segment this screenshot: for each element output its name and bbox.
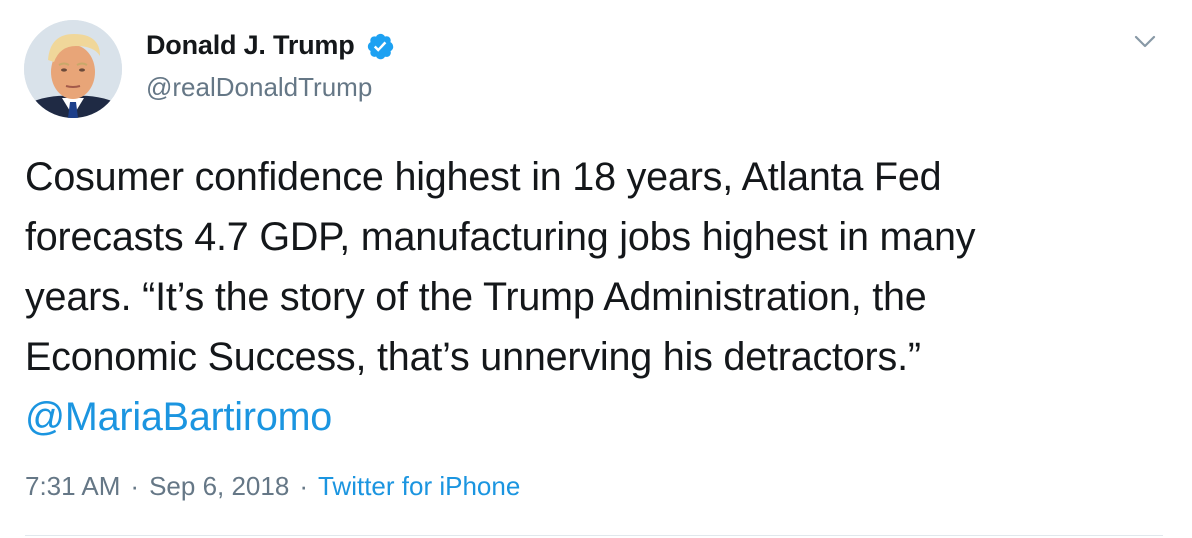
verified-badge-icon: [365, 31, 395, 61]
avatar-image: [24, 20, 122, 118]
meta-separator: ·: [130, 471, 140, 501]
divider: [25, 535, 1163, 536]
chevron-down-icon[interactable]: [1133, 34, 1157, 50]
tweet-text-line: years. “It’s the story of the Trump Admi…: [25, 275, 927, 319]
avatar[interactable]: [24, 20, 122, 118]
tweet-date[interactable]: Sep 6, 2018: [149, 471, 289, 502]
meta-separator: ·: [299, 471, 308, 501]
tweet-text-line: Economic Success, that’s unnerving his d…: [25, 335, 921, 379]
tweet-card: Donald J. Trump @realDonaldTrump Cosumer…: [0, 0, 1192, 538]
tweet-mention-line: @MariaBartiromo: [25, 387, 1165, 447]
tweet-metadata: 7:31 AM · Sep 6, 2018 · Twitter for iPho…: [25, 471, 520, 502]
tweet-text: Cosumer confidence highest in 18 years, …: [25, 147, 1165, 447]
mention-link[interactable]: @MariaBartiromo: [25, 395, 332, 439]
author-handle[interactable]: @realDonaldTrump: [146, 72, 372, 103]
author-display-name[interactable]: Donald J. Trump: [146, 30, 355, 61]
tweet-source-link[interactable]: Twitter for iPhone: [318, 471, 520, 502]
tweet-time[interactable]: 7:31 AM: [25, 471, 120, 502]
author-name-row: Donald J. Trump: [146, 30, 395, 61]
tweet-text-line: Cosumer confidence highest in 18 years, …: [25, 155, 942, 199]
tweet-text-line: forecasts 4.7 GDP, manufacturing jobs hi…: [25, 215, 976, 259]
